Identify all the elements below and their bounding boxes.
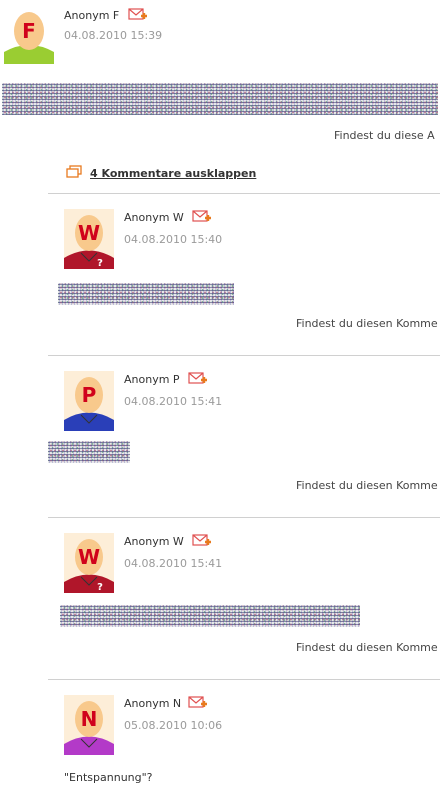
rating-question: Findest du diese A <box>334 129 435 142</box>
message-icon[interactable] <box>192 209 212 225</box>
message-icon[interactable] <box>128 7 148 23</box>
comments-icon[interactable] <box>66 165 82 179</box>
divider <box>48 355 440 356</box>
obscured-comment-text <box>48 441 130 463</box>
comment-date: 04.08.2010 15:41 <box>124 395 223 408</box>
comment-date: 05.08.2010 10:06 <box>124 719 223 732</box>
rating-question: Findest du diesen Komme <box>296 479 438 492</box>
message-icon[interactable] <box>188 695 208 711</box>
obscured-comment-text <box>60 605 360 627</box>
avatar-letter: W <box>78 221 100 245</box>
divider <box>48 679 440 680</box>
author-name[interactable]: Anonym F <box>64 9 119 22</box>
rating-question: Findest du diesen Komme <box>296 641 438 654</box>
avatar-letter: P <box>82 383 97 407</box>
avatar[interactable]: F <box>4 6 54 64</box>
unknown-mark-icon: ? <box>97 582 103 593</box>
author-name[interactable]: Anonym P <box>124 373 180 386</box>
obscured-post-text <box>2 83 438 115</box>
unknown-mark-icon: ? <box>97 258 103 269</box>
divider <box>48 193 440 194</box>
rating-question: Findest du diesen Komme <box>296 317 438 330</box>
avatar-letter: F <box>22 19 36 43</box>
obscured-comment-text <box>58 283 234 305</box>
message-icon[interactable] <box>188 371 208 387</box>
comment-text: "Entspannung"? <box>64 771 153 784</box>
avatar[interactable]: P <box>64 371 114 431</box>
avatar[interactable]: W ? <box>64 209 114 269</box>
avatar-letter: N <box>81 707 98 731</box>
avatar[interactable]: W ? <box>64 533 114 593</box>
comment-date: 04.08.2010 15:41 <box>124 557 223 570</box>
author-name[interactable]: Anonym W <box>124 535 184 548</box>
expand-comments-link[interactable]: 4 Kommentare ausklappen <box>90 167 256 180</box>
author-name[interactable]: Anonym W <box>124 211 184 224</box>
divider <box>48 517 440 518</box>
author-name[interactable]: Anonym N <box>124 697 181 710</box>
avatar[interactable]: N <box>64 695 114 755</box>
avatar-letter: W <box>78 545 100 569</box>
message-icon[interactable] <box>192 533 212 549</box>
comment-date: 04.08.2010 15:40 <box>124 233 223 246</box>
post-date: 04.08.2010 15:39 <box>64 29 163 42</box>
